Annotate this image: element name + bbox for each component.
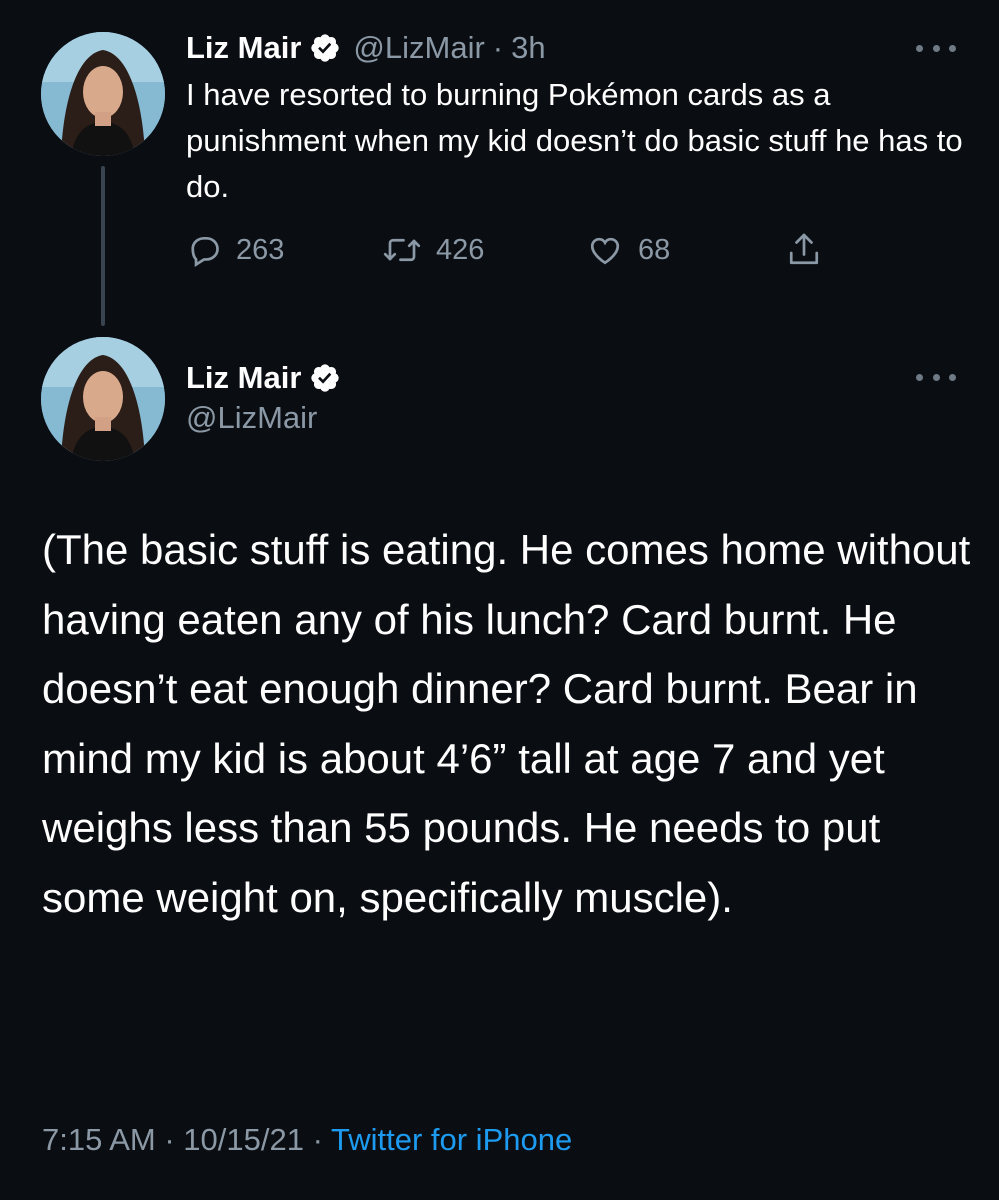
tweet-source-link[interactable]: Twitter for iPhone bbox=[331, 1122, 572, 1157]
avatar[interactable] bbox=[41, 32, 165, 156]
heart-icon bbox=[590, 237, 620, 265]
reply-icon bbox=[191, 236, 219, 268]
like-button[interactable]: 68 bbox=[586, 226, 670, 274]
tweet-meta: 7:15 AM · 10/15/21 · Twitter for iPhone bbox=[42, 1122, 572, 1158]
tweet-timestamp[interactable]: 7:15 AM · 10/15/21 bbox=[42, 1122, 304, 1157]
author-name[interactable]: Liz Mair bbox=[186, 360, 301, 396]
share-icon bbox=[789, 233, 819, 265]
tweet-1-header: Liz Mair @LizMair · 3h bbox=[186, 26, 546, 70]
separator-dot: · bbox=[492, 30, 504, 65]
retweet-count: 426 bbox=[436, 233, 485, 266]
tweet-text: (The basic stuff is eating. He comes hom… bbox=[42, 526, 971, 921]
verified-badge-icon bbox=[309, 32, 341, 64]
tweet-actions: 263 426 68 bbox=[186, 226, 846, 274]
retweet-button[interactable]: 426 bbox=[382, 226, 484, 274]
reply-button[interactable]: 263 bbox=[186, 226, 284, 274]
more-icon[interactable] bbox=[916, 40, 956, 56]
tweet-thread-screen: Liz Mair @LizMair · 3h I have resorted t… bbox=[0, 0, 999, 1200]
verified-badge-icon bbox=[309, 362, 341, 394]
author-handle[interactable]: @LizMair bbox=[353, 30, 484, 66]
thread-connector-line bbox=[101, 166, 105, 326]
avatar[interactable] bbox=[41, 337, 165, 461]
author-handle[interactable]: @LizMair bbox=[186, 400, 317, 436]
reply-count: 263 bbox=[236, 233, 285, 266]
more-icon[interactable] bbox=[916, 369, 956, 385]
like-count: 68 bbox=[638, 233, 671, 266]
author-name[interactable]: Liz Mair bbox=[186, 30, 301, 66]
tweet-time[interactable]: 3h bbox=[511, 30, 545, 66]
retweet-icon bbox=[383, 238, 421, 262]
separator-dot: · bbox=[312, 1122, 323, 1157]
tweet-2-header: Liz Mair bbox=[186, 356, 353, 400]
share-button[interactable] bbox=[786, 226, 836, 274]
tweet-text: I have resorted to burning Pokémon cards… bbox=[186, 77, 963, 204]
